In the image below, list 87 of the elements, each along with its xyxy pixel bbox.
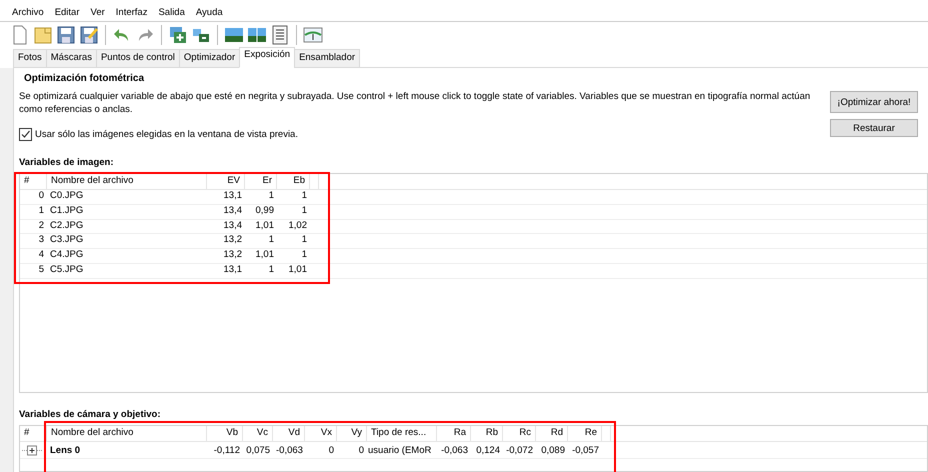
table-cell-text: 13,1 <box>222 190 243 203</box>
table-cell-text: 1 <box>300 204 308 218</box>
table-cell-text: C0.JPG <box>49 190 84 203</box>
tab[interactable]: Exposición <box>239 47 296 68</box>
section-title: Optimización fotométrica <box>23 73 146 84</box>
column-header[interactable]: Rb <box>471 426 503 441</box>
table-cell-text: usuario (EMoR <box>367 444 432 456</box>
tab[interactable]: Ensamblador <box>294 49 360 68</box>
checkbox-label: Usar sólo las imágenes elegidas en la ventana de vista previa. <box>35 129 298 140</box>
table-cell-text: 13,4 <box>222 220 243 233</box>
table-cell-text: -0,063 <box>440 444 469 456</box>
table-cell-text: 1,01 <box>254 220 275 233</box>
table-cell-text: 3 <box>38 234 45 248</box>
column-header[interactable]: # <box>20 426 47 441</box>
table-cell-text: 4 <box>38 249 45 262</box>
table-cell-text: C1.JPG <box>49 204 84 218</box>
table-cell-text: 0 <box>358 444 365 456</box>
tab[interactable]: Fotos <box>13 49 47 68</box>
menu-item[interactable]: Ver <box>90 7 105 19</box>
table-cell-text: 0,089 <box>540 444 566 456</box>
landscape-grid-icon[interactable] <box>247 25 267 45</box>
table-cell-text: 1 <box>300 249 308 262</box>
column-header[interactable]: # <box>20 174 47 189</box>
expand-icon[interactable] <box>22 444 42 456</box>
table-cell-text: C2.JPG <box>49 220 84 233</box>
table-cell-text: -0,112 <box>212 444 241 456</box>
table-cell-text: C3.JPG <box>49 234 84 248</box>
tab[interactable]: Optimizador <box>178 49 240 68</box>
menu-item[interactable]: Interfaz <box>116 7 148 19</box>
add-images-icon[interactable] <box>168 25 188 45</box>
table-cell-text: 1 <box>300 234 308 248</box>
table-cell-text: 1,01 <box>288 264 308 277</box>
table-cell-text: 1 <box>268 190 275 203</box>
column-header[interactable]: Vy <box>337 426 367 441</box>
column-header[interactable]: EV <box>207 174 245 189</box>
column-header[interactable]: Ra <box>437 426 471 441</box>
landscape-preview-icon[interactable] <box>224 25 244 45</box>
action-button[interactable]: Restaurar <box>830 119 918 137</box>
table-cell-text: 1 <box>38 204 45 218</box>
tab[interactable]: Máscaras <box>46 49 97 68</box>
section-title: Variables de imagen: <box>19 157 115 168</box>
menu-item[interactable]: Editar <box>54 7 80 19</box>
table-cell-text: 0 <box>38 190 45 203</box>
column-header[interactable]: Er <box>245 174 277 189</box>
table-cell-text: -0,057 <box>571 444 600 456</box>
table-cell-text: 13,2 <box>222 234 243 248</box>
table-cell-text: 13,2 <box>222 249 243 262</box>
column-header[interactable]: Nombre del archivo <box>47 174 207 189</box>
column-header[interactable]: Rd <box>536 426 568 441</box>
table-cell-text: 1 <box>268 234 275 248</box>
table-cell-text: 1,01 <box>254 249 275 262</box>
menu-item[interactable]: Salida <box>158 7 185 19</box>
table-cell-text: 0,124 <box>475 444 501 456</box>
column-header[interactable]: Vc <box>243 426 273 441</box>
description-text: Se optimizará cualquier variable de abajo que esté en negrita y subrayada. Use control + left mouse click to toggle state of variables. Variables que se muestran en tipografía normal actúan como referencias o anclas. <box>19 90 812 116</box>
table-cell-text: -0,072 <box>505 444 534 456</box>
table-cell-text: -0,063 <box>275 444 304 456</box>
table-cell-text: 0,075 <box>245 444 271 456</box>
table-cell-text: 5 <box>38 264 45 277</box>
column-header[interactable]: Rc <box>503 426 536 441</box>
menu-item[interactable]: Archivo <box>12 7 44 19</box>
menu-item[interactable]: Ayuda <box>196 7 223 19</box>
table-cell-text: 0 <box>328 444 335 456</box>
column-header[interactable]: Vb <box>207 426 243 441</box>
column-header[interactable]: Eb <box>277 174 310 189</box>
tab[interactable]: Puntos de control <box>96 49 180 68</box>
column-header[interactable]: Tipo de res... <box>367 426 437 441</box>
table-cell-text: C5.JPG <box>49 264 84 277</box>
table-cell-text: Lens 0 <box>49 444 82 456</box>
table-cell-text: 0,99 <box>254 204 275 218</box>
table-cell-text: 2 <box>38 220 45 233</box>
column-header[interactable]: Vx <box>305 426 337 441</box>
column-header[interactable]: Nombre del archivo <box>47 426 207 441</box>
save-icon[interactable] <box>56 25 76 45</box>
checkbox[interactable] <box>19 128 32 141</box>
column-header[interactable]: Re <box>568 426 602 441</box>
action-button[interactable]: ¡Optimizar ahora! <box>830 91 918 113</box>
table-cell-text: 1,02 <box>288 220 308 233</box>
save-as-icon[interactable] <box>79 25 99 45</box>
table-cell-text: 13,1 <box>222 264 243 277</box>
column-header[interactable]: Vd <box>273 426 305 441</box>
section-title: Variables de cámara y objetivo: <box>19 409 162 420</box>
table-cell-text: 1 <box>268 264 275 277</box>
list-icon[interactable] <box>270 25 290 45</box>
table-cell-text: C4.JPG <box>49 249 84 262</box>
table-cell-text: 1 <box>300 190 308 203</box>
table-cell-text: 13,4 <box>222 204 243 218</box>
